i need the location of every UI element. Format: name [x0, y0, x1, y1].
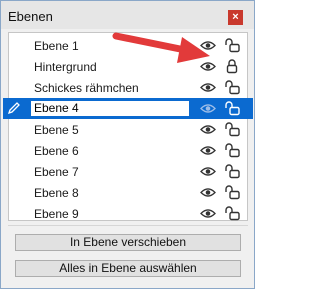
eye-icon[interactable]: [200, 187, 216, 198]
panel-title: Ebenen: [8, 9, 53, 24]
close-button[interactable]: ×: [228, 10, 243, 25]
layer-name: Ebene 5: [34, 123, 79, 137]
lock-open-icon[interactable]: [224, 163, 240, 179]
eye-icon[interactable]: [200, 166, 216, 177]
layer-name: Ebene 6: [34, 144, 79, 158]
eye-icon[interactable]: [200, 82, 216, 93]
layer-name: Ebene 8: [34, 186, 79, 200]
pencil-icon: [7, 102, 20, 115]
layer-row[interactable]: Ebene 5: [9, 119, 247, 140]
layer-row[interactable]: Ebene 1: [9, 35, 247, 56]
lock-open-icon[interactable]: [224, 79, 240, 95]
lock-open-icon[interactable]: [224, 37, 240, 53]
lock-open-icon[interactable]: [224, 205, 240, 221]
move-to-layer-button[interactable]: In Ebene verschieben: [15, 234, 241, 251]
eye-icon[interactable]: [200, 61, 216, 72]
layer-row[interactable]: Hintergrund: [9, 56, 247, 77]
lock-open-icon[interactable]: [224, 142, 240, 158]
layer-row-selected[interactable]: Ebene 4: [3, 98, 253, 119]
select-all-in-layer-button[interactable]: Alles in Ebene auswählen: [15, 260, 241, 277]
layer-name: Ebene 9: [34, 207, 79, 221]
eye-icon[interactable]: [200, 124, 216, 135]
layer-row[interactable]: Ebene 9: [9, 203, 247, 224]
lock-closed-icon[interactable]: [224, 58, 240, 74]
panel-titlebar[interactable]: Ebenen ×: [1, 1, 254, 29]
lock-open-icon[interactable]: [224, 121, 240, 137]
layer-name-edit-field[interactable]: Ebene 4: [30, 100, 190, 117]
layer-row[interactable]: Schickes rähmchen: [9, 77, 247, 98]
lock-open-icon[interactable]: [224, 184, 240, 200]
lock-open-icon[interactable]: [224, 100, 240, 116]
layer-row[interactable]: Ebene 6: [9, 140, 247, 161]
eye-icon[interactable]: [200, 40, 216, 51]
layer-row[interactable]: Ebene 7: [9, 161, 247, 182]
eye-icon[interactable]: [200, 103, 216, 114]
layer-list: Ebene 1 Hintergrund Schickes rähmchen Eb…: [3, 32, 253, 224]
eye-icon[interactable]: [200, 208, 216, 219]
layer-name: Ebene 1: [34, 39, 79, 53]
divider: [8, 225, 248, 226]
eye-icon[interactable]: [200, 145, 216, 156]
layers-panel: Ebenen × Ebene 1 Hintergrund Schickes rä…: [0, 0, 255, 289]
layer-row[interactable]: Ebene 8: [9, 182, 247, 203]
layer-name: Hintergrund: [34, 60, 97, 74]
layer-name: Ebene 7: [34, 165, 79, 179]
layer-name: Schickes rähmchen: [34, 81, 139, 95]
